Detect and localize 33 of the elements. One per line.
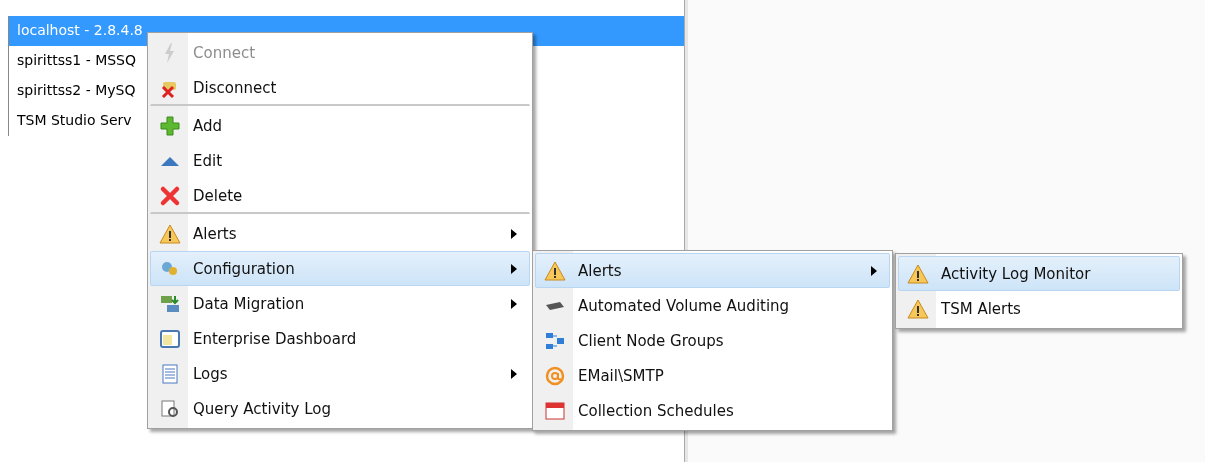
warning-icon <box>159 222 181 245</box>
warning-icon <box>907 262 929 285</box>
menu-item[interactable]: Delete <box>150 178 530 214</box>
dashboard-icon <box>159 327 181 350</box>
plus-icon <box>159 114 181 137</box>
warning-icon <box>544 259 566 282</box>
menu-item[interactable]: Edit <box>150 143 530 178</box>
menu-item[interactable]: Collection Schedules <box>535 393 890 428</box>
at-sign-icon <box>544 364 566 387</box>
menu-item[interactable]: Query Activity Log <box>150 391 530 426</box>
warning-icon <box>907 297 929 320</box>
calendar-icon <box>544 399 566 422</box>
menu-item[interactable]: Activity Log Monitor <box>898 256 1180 291</box>
magnifier-icon <box>159 397 181 420</box>
menu-item[interactable]: Disconnect <box>150 70 530 106</box>
menu-item[interactable]: Data Migration <box>150 286 530 321</box>
submenu-arrow-icon <box>511 263 517 274</box>
submenu-arrow-icon <box>511 368 517 379</box>
menu-item[interactable]: Configuration <box>150 251 530 286</box>
submenu-arrow-icon <box>511 298 517 309</box>
menu-item[interactable]: Alerts <box>150 216 530 251</box>
menu-item[interactable]: TSM Alerts <box>898 291 1180 326</box>
menu-item[interactable]: EMail\SMTP <box>535 358 890 393</box>
delete-icon <box>159 184 181 207</box>
submenu-arrow-icon <box>871 265 877 276</box>
menu-item[interactable]: Enterprise Dashboard <box>150 321 530 356</box>
menu-item[interactable]: Automated Volume Auditing <box>535 288 890 323</box>
menu-item[interactable]: Logs <box>150 356 530 391</box>
document-icon <box>159 362 181 385</box>
menu-item[interactable]: Alerts <box>535 253 890 288</box>
menu-item[interactable]: Client Node Groups <box>535 323 890 358</box>
menu-item[interactable]: Add <box>150 108 530 143</box>
submenu-arrow-icon <box>511 228 517 239</box>
